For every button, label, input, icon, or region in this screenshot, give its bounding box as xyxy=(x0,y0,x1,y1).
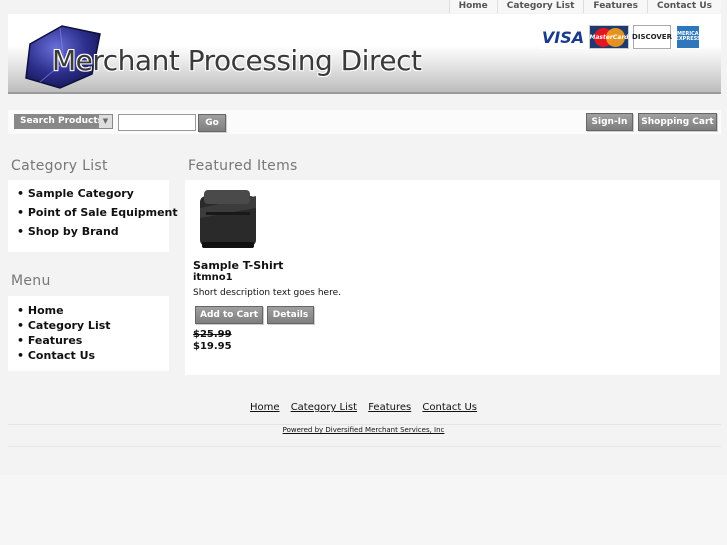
site-header: Merchant Processing Direct VISA MasterCa… xyxy=(8,14,721,94)
add-to-cart-button[interactable]: Add to Cart xyxy=(195,306,263,324)
menu-heading: Menu xyxy=(11,273,51,289)
menu-item-features[interactable]: • Features xyxy=(17,333,160,348)
footer-link-features[interactable]: Features xyxy=(368,402,411,413)
footer-nav: Home Category List Features Contact Us xyxy=(0,402,727,413)
featured-items-box: Sample T-Shirt itmno1 Short description … xyxy=(185,180,720,375)
mastercard-icon: MasterCard xyxy=(589,25,629,49)
shopping-cart-button[interactable]: Shopping Cart xyxy=(638,113,717,131)
go-button[interactable]: Go xyxy=(198,114,226,132)
top-nav: Home Category List Features Contact Us xyxy=(448,0,721,13)
top-nav-contact-us[interactable]: Contact Us xyxy=(646,0,721,13)
sign-in-button[interactable]: Sign-In xyxy=(586,113,633,131)
footer-link-contact-us[interactable]: Contact Us xyxy=(422,402,477,413)
card-logos: VISA MasterCard DISCOVER AMERICAN EXPRES… xyxy=(541,25,703,49)
category-item[interactable]: • Sample Category xyxy=(17,187,160,200)
category-list-heading: Category List xyxy=(11,158,108,174)
product-image[interactable] xyxy=(196,188,260,250)
menu-item-category-list[interactable]: • Category List xyxy=(17,318,160,333)
amex-icon: AMERICAN EXPRESS xyxy=(673,25,703,49)
category-item[interactable]: • Point of Sale Equipment xyxy=(17,206,178,219)
search-bar: Search Products ▼ Go Sign-In Shopping Ca… xyxy=(8,110,721,134)
footer-link-category-list[interactable]: Category List xyxy=(291,402,357,413)
top-nav-home[interactable]: Home xyxy=(448,0,497,13)
menu-item-contact-us[interactable]: • Contact Us xyxy=(17,348,160,363)
search-category-select[interactable]: Search Products ▼ xyxy=(14,114,113,129)
product-sku: itmno1 xyxy=(193,272,233,283)
powered-by-link[interactable]: Powered by Diversified Merchant Services… xyxy=(0,426,727,434)
product-description: Short description text goes here. xyxy=(193,288,341,298)
footer-divider-bottom xyxy=(8,446,721,447)
original-price: $25.99 xyxy=(193,329,232,340)
top-nav-category-list[interactable]: Category List xyxy=(496,0,584,13)
footer-divider xyxy=(8,424,721,425)
category-list-box: • Sample Category • Point of Sale Equipm… xyxy=(8,180,178,252)
details-button[interactable]: Details xyxy=(267,306,314,324)
menu-item-home[interactable]: • Home xyxy=(17,303,160,318)
site-name[interactable]: Merchant Processing Direct xyxy=(52,44,422,77)
product-name[interactable]: Sample T-Shirt xyxy=(193,259,283,272)
visa-icon: VISA xyxy=(541,25,585,49)
sale-price: $19.95 xyxy=(193,341,232,352)
footer-link-home[interactable]: Home xyxy=(250,402,280,413)
search-input[interactable] xyxy=(118,114,196,131)
top-nav-features[interactable]: Features xyxy=(583,0,647,13)
discover-icon: DISCOVER xyxy=(632,25,672,49)
menu-box: • Home • Category List • Features • Cont… xyxy=(8,296,169,371)
category-item[interactable]: • Shop by Brand xyxy=(17,225,160,238)
chevron-down-icon: ▼ xyxy=(99,115,112,128)
featured-items-heading: Featured Items xyxy=(188,158,298,174)
